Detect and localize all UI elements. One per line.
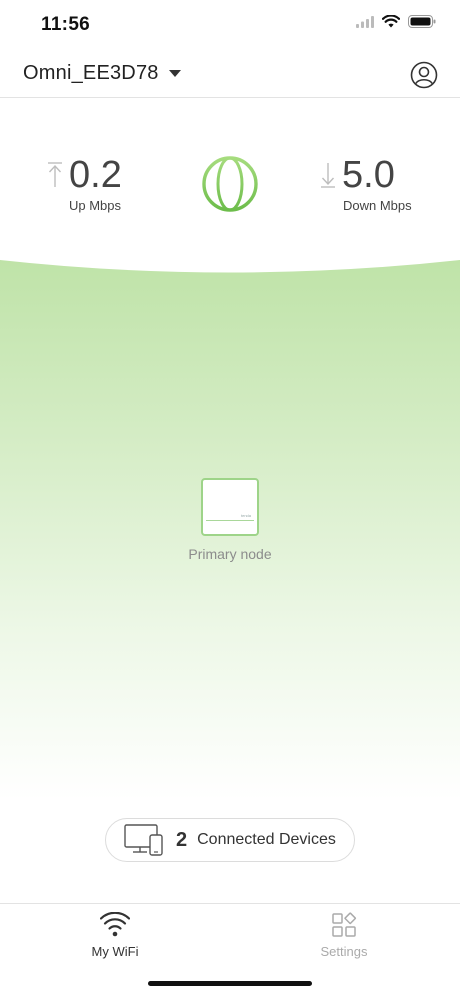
top-bar: Omni_EE3D78: [0, 50, 460, 98]
download-speed-value: 5.0: [342, 154, 395, 196]
speed-area: 0.2 Up Mbps 5.0 Down Mbps: [0, 99, 460, 259]
upload-speed-value: 0.2: [69, 154, 122, 196]
node-divider: [206, 520, 254, 521]
connected-devices-count: 2: [176, 828, 188, 851]
download-speed-unit: Down Mbps: [343, 198, 412, 213]
primary-node-label: Primary node: [188, 546, 272, 562]
connected-devices-button[interactable]: 2 Connected Devices: [105, 818, 355, 862]
status-time: 11:56: [41, 14, 91, 35]
network-selector[interactable]: Omni_EE3D78: [23, 62, 181, 85]
tab-settings-label: Settings: [320, 944, 368, 959]
node-brand: tenda: [240, 513, 251, 518]
user-circle-icon[interactable]: [410, 61, 438, 89]
arrow-up-icon: [48, 162, 62, 187]
upload-speed-unit: Up Mbps: [69, 198, 122, 213]
signal-icon: [356, 15, 374, 28]
status-icons: [356, 15, 436, 28]
upload-speed: 0.2 Up Mbps: [45, 154, 175, 213]
arrow-down-icon: [321, 163, 335, 188]
battery-icon: [408, 15, 436, 28]
network-name: Omni_EE3D78: [23, 62, 159, 84]
grid-icon: [332, 912, 357, 937]
tab-my-wifi-label: My WiFi: [91, 944, 139, 959]
download-speed: 5.0 Down Mbps: [318, 154, 448, 213]
caret-down-icon: [168, 69, 181, 77]
home-indicator: [148, 981, 312, 986]
wifi-icon: [100, 912, 130, 937]
connected-devices-label: Connected Devices: [197, 831, 336, 848]
status-bar: 11:56: [0, 0, 460, 50]
globe-icon[interactable]: [201, 155, 259, 213]
primary-node[interactable]: tenda: [201, 478, 259, 536]
tab-my-wifi[interactable]: My WiFi: [55, 912, 175, 959]
wifi-icon: [382, 15, 400, 28]
tab-settings[interactable]: Settings: [284, 912, 404, 959]
devices-icon: [124, 824, 163, 856]
